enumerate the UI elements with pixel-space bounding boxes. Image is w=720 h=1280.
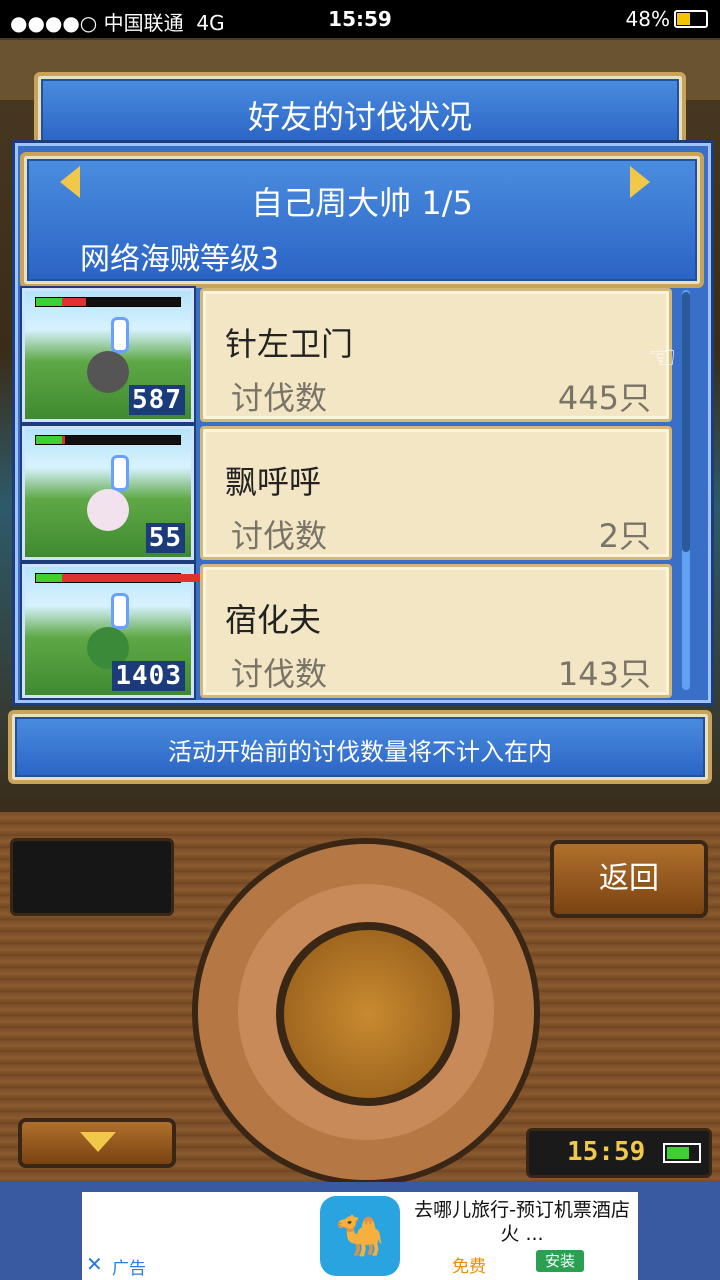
hp-bar: [35, 573, 205, 583]
alert-icon: [111, 455, 129, 491]
ad-title[interactable]: 去哪儿旅行-预订机票酒店火 ...: [408, 1198, 636, 1246]
clock-time: 15:59: [567, 1137, 646, 1167]
status-time: 15:59: [328, 7, 392, 31]
monster-thumbnail[interactable]: 55: [22, 426, 194, 560]
alert-icon: [111, 593, 129, 629]
dpad-center-button[interactable]: [276, 922, 460, 1106]
prev-friend-arrow-icon[interactable]: [60, 166, 80, 198]
battery-icon: [663, 1143, 701, 1163]
list-item[interactable]: 宿化夫 讨伐数 143只: [200, 564, 672, 698]
kill-count-value: 2只: [598, 517, 651, 555]
monster-level: 1403: [112, 661, 185, 691]
camel-icon[interactable]: 🐪: [320, 1196, 400, 1276]
battery-indicator: 48%: [626, 7, 708, 31]
battery-icon: [674, 10, 708, 28]
mini-screen: [10, 838, 174, 916]
kill-count-value: 445只: [557, 379, 651, 417]
pointer-hand-icon: ☜: [648, 338, 677, 376]
chevron-down-icon: [80, 1132, 116, 1152]
friend-rank: 网络海贼等级3: [80, 242, 280, 277]
monster-name: 飘呼呼: [225, 463, 322, 501]
ad-free-label: 免费: [452, 1257, 486, 1277]
monster-level: 55: [145, 523, 185, 553]
status-bar: ●●●●○ 中国联通 4G 15:59 48%: [0, 0, 720, 38]
scrollbar-thumb[interactable]: [682, 292, 690, 552]
list-item[interactable]: 飘呼呼 讨伐数 2只: [200, 426, 672, 560]
hp-bar: [35, 435, 181, 445]
notice-text: 活动开始前的讨伐数量将不计入在内: [168, 738, 552, 766]
monster-level: 587: [129, 385, 185, 415]
close-icon[interactable]: ✕: [86, 1252, 103, 1276]
kill-count-value: 143只: [557, 655, 651, 693]
notice-bar: 活动开始前的讨伐数量将不计入在内: [8, 710, 712, 784]
list-item[interactable]: 针左卫门 讨伐数 445只: [200, 288, 672, 422]
menu-down-button[interactable]: [18, 1118, 176, 1168]
friend-name: 自己周大帅 1/5: [251, 184, 473, 222]
alert-icon: [111, 317, 129, 353]
kill-count-label: 讨伐数: [231, 379, 328, 417]
monster-name: 宿化夫: [225, 601, 322, 639]
dialog-title: 好友的讨伐状况: [247, 98, 472, 136]
hp-bar: [35, 297, 181, 307]
monster-name: 针左卫门: [225, 325, 354, 363]
ad-install-button[interactable]: 安装: [536, 1250, 584, 1272]
friend-header: 自己周大帅 1/5 网络海贼等级3: [20, 152, 704, 288]
kill-count-label: 讨伐数: [231, 517, 328, 555]
next-friend-arrow-icon[interactable]: [630, 166, 650, 198]
monster-thumbnail[interactable]: 1403: [22, 564, 205, 698]
monster-sprite: [87, 489, 129, 531]
kill-count-label: 讨伐数: [231, 655, 328, 693]
monster-sprite: [87, 351, 129, 393]
back-button[interactable]: 返回: [550, 840, 708, 918]
ad-label: 广告: [112, 1259, 146, 1279]
monster-thumbnail[interactable]: 587: [22, 288, 194, 422]
dialog-title-bar: 好友的讨伐状况: [34, 72, 686, 150]
hp-green-segment: [36, 574, 62, 582]
hp-green-segment: [36, 298, 62, 306]
hp-green-segment: [36, 436, 62, 444]
game-clock: 15:59: [526, 1128, 712, 1178]
